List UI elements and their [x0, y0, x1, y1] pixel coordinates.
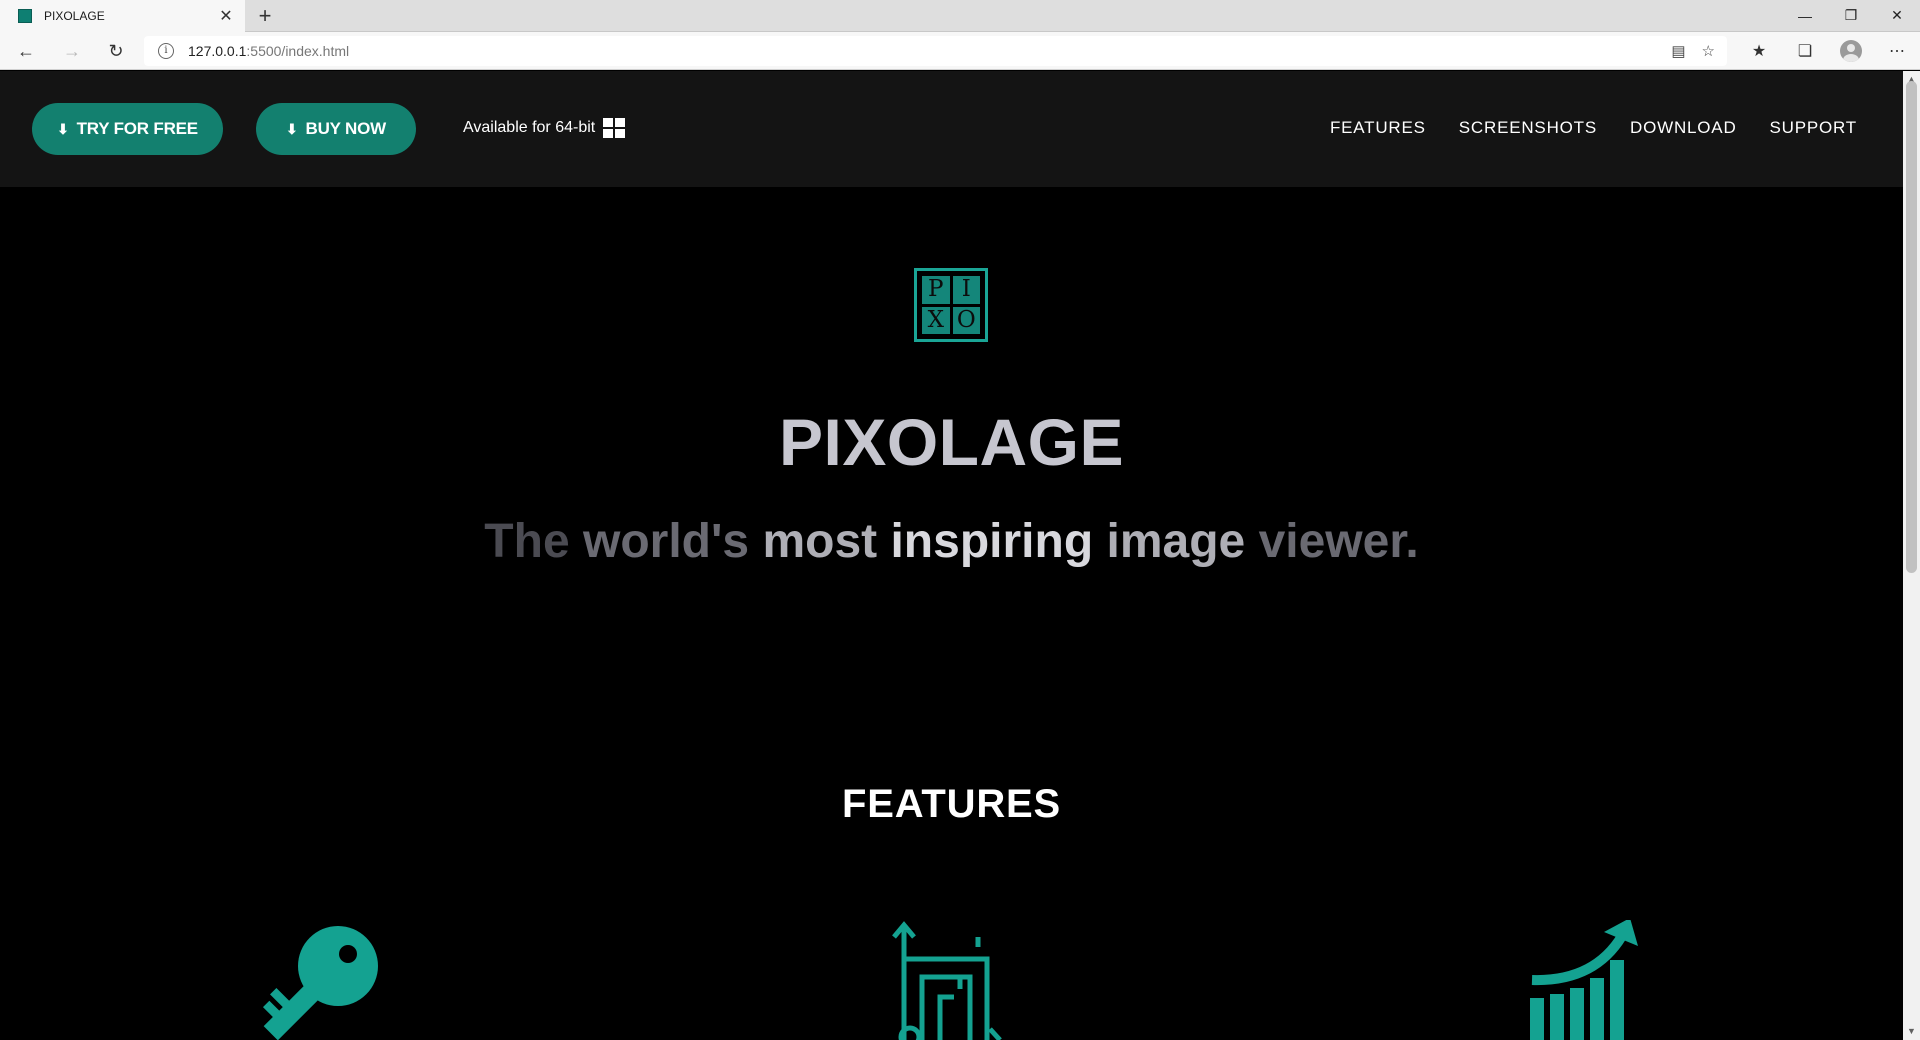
tagline-word: world's: [582, 515, 750, 568]
tagline-word: most: [762, 515, 878, 568]
info-icon[interactable]: i: [158, 43, 174, 59]
logo-letter: O: [952, 306, 980, 334]
scroll-down-icon[interactable]: ▼: [1903, 1023, 1920, 1040]
nav-features[interactable]: FEATURES: [1330, 118, 1426, 138]
tagline-word: image: [1106, 515, 1246, 568]
logo-letter: P: [922, 276, 950, 304]
browser-toolbar: ← → ↻ i 127.0.0.1:5500/index.html ▤ ☆ ★ …: [0, 32, 1920, 70]
new-tab-button[interactable]: +: [252, 3, 278, 29]
growth-chart-icon: [1530, 920, 1638, 1040]
tab-close-icon[interactable]: ✕: [217, 6, 235, 26]
nav-screenshots[interactable]: SCREENSHOTS: [1459, 118, 1597, 138]
main-nav: FEATURES SCREENSHOTS DOWNLOAD SUPPORT: [1330, 118, 1857, 138]
collections-icon[interactable]: ❏: [1782, 36, 1828, 66]
browser-tab[interactable]: PIXOLAGE ✕: [0, 0, 245, 32]
window-controls: — ❐ ✕: [1782, 0, 1920, 31]
hero-title: PIXOLAGE: [778, 405, 1125, 479]
forward-button[interactable]: →: [58, 37, 86, 65]
buy-label: BUY NOW: [305, 119, 387, 138]
site-header: ⬇ TRY FOR FREE ⬇ BUY NOW Available for 6…: [0, 71, 1903, 187]
logo-letter: I: [952, 276, 980, 304]
tagline-word: The: [484, 515, 570, 568]
restore-button[interactable]: ❐: [1828, 0, 1874, 31]
download-icon: ⬇: [57, 120, 69, 137]
tagline-word: viewer.: [1258, 515, 1419, 568]
availability-text: Available for 64-bit: [463, 119, 596, 136]
scroll-thumb[interactable]: [1906, 81, 1917, 573]
nav-download[interactable]: DOWNLOAD: [1630, 118, 1737, 138]
tagline-word: inspiring: [890, 515, 1094, 568]
refresh-button[interactable]: ↻: [102, 37, 130, 65]
pixolage-logo: P I X O: [914, 268, 988, 342]
reader-view-icon[interactable]: ▤: [1671, 42, 1685, 60]
favorites-icon[interactable]: ★: [1736, 36, 1782, 66]
page-scrollbar[interactable]: ▲ ▼: [1903, 71, 1920, 1040]
profile-button[interactable]: [1828, 36, 1874, 66]
close-window-button[interactable]: ✕: [1874, 0, 1920, 31]
availability-note: Available for 64-bit: [463, 118, 626, 138]
page-viewport: ⬇ TRY FOR FREE ⬇ BUY NOW Available for 6…: [0, 71, 1903, 1040]
minimize-button[interactable]: —: [1782, 0, 1828, 31]
more-menu-icon[interactable]: ⋯: [1874, 36, 1920, 66]
url-path: :5500/index.html: [246, 43, 350, 59]
browser-tabstrip: PIXOLAGE ✕ + — ❐ ✕: [0, 0, 1920, 32]
back-button[interactable]: ←: [12, 37, 40, 65]
buy-now-button[interactable]: ⬇ BUY NOW: [256, 103, 416, 155]
address-bar[interactable]: i 127.0.0.1:5500/index.html ▤ ☆: [144, 36, 1727, 66]
tab-title: PIXOLAGE: [44, 9, 105, 23]
blueprint-icon: [892, 921, 1002, 1040]
url-host: 127.0.0.1: [188, 43, 247, 59]
try-for-free-button[interactable]: ⬇ TRY FOR FREE: [32, 103, 223, 155]
try-label: TRY FOR FREE: [76, 119, 199, 138]
windows-icon: [603, 118, 626, 138]
favorite-star-icon[interactable]: ☆: [1702, 42, 1715, 60]
download-icon: ⬇: [286, 120, 298, 137]
features-heading: FEATURES: [842, 782, 1061, 826]
logo-letter: X: [922, 306, 950, 334]
nav-support[interactable]: SUPPORT: [1770, 118, 1857, 138]
key-icon: [262, 926, 378, 1040]
hero-tagline: The world's most inspiring image viewer.: [0, 514, 1903, 569]
avatar: [1840, 40, 1862, 62]
favicon-icon: [18, 9, 32, 23]
